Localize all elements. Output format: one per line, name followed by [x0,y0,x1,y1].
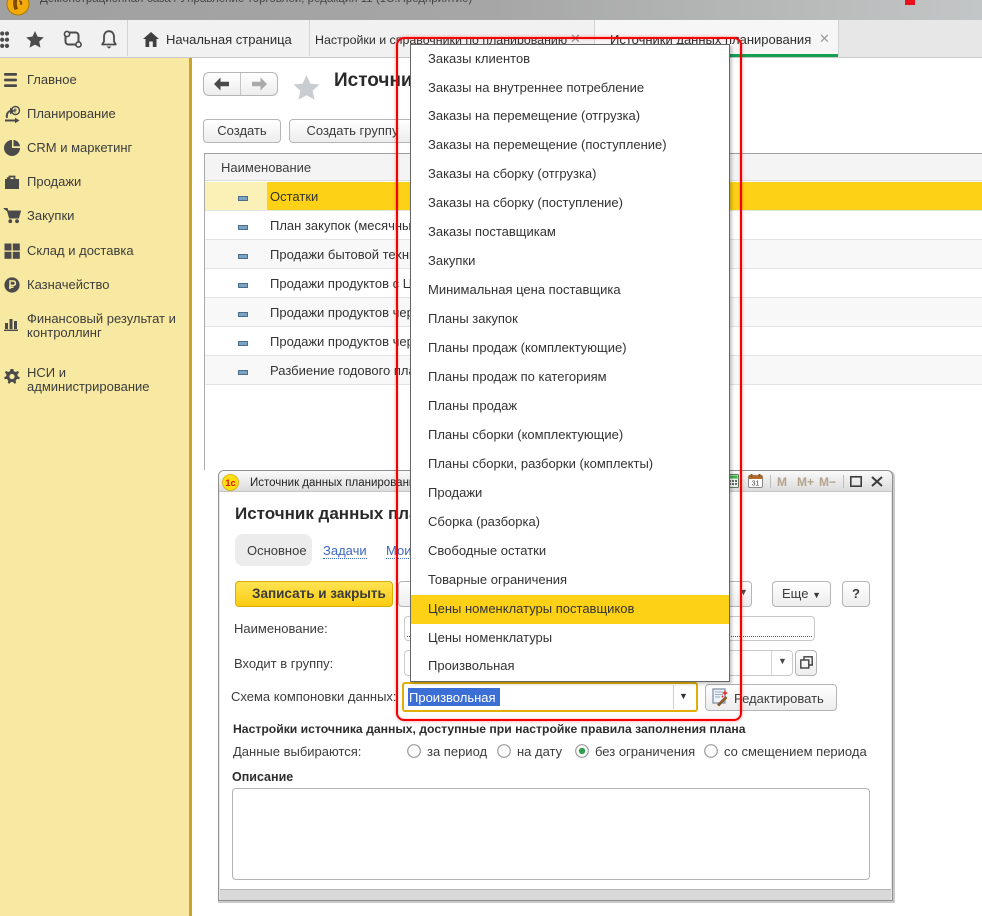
svg-text:31: 31 [752,481,760,488]
svg-text:1с: 1с [225,478,236,489]
